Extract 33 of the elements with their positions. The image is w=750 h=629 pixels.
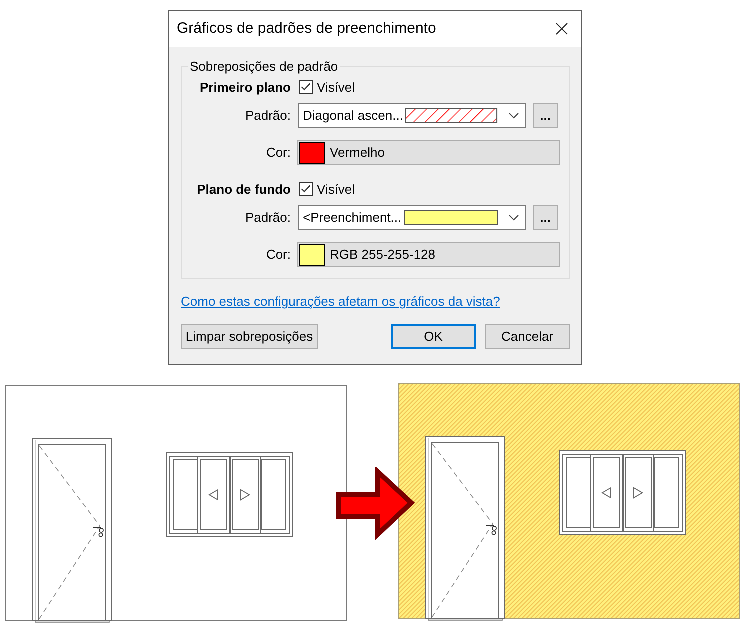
dialog-title: Gráficos de padrões de preenchimento [176, 20, 438, 38]
hatch-swatch-icon [405, 108, 498, 123]
clear-overrides-button[interactable]: Limpar sobreposições [181, 324, 318, 349]
chevron-down-icon [509, 112, 519, 118]
checkbox-label[interactable]: Visível [317, 80, 356, 94]
checkbox-label[interactable]: Visível [317, 182, 356, 196]
color-swatch-icon [404, 210, 498, 225]
triangle-icon [634, 487, 644, 499]
field-label: Padrão: [245, 108, 291, 123]
field-label: Cor: [266, 145, 291, 160]
group-title: Sobreposições de padrão [188, 59, 340, 74]
pattern-dropdown[interactable]: <Preenchiment... [298, 205, 526, 230]
ok-button[interactable]: OK [391, 324, 476, 349]
cancel-button[interactable]: Cancelar [485, 324, 570, 349]
section-heading: Plano de fundo [197, 182, 291, 196]
triangle-icon [240, 489, 250, 501]
triangle-icon [208, 489, 218, 501]
help-link[interactable]: Como estas configurações afetam os gráficos da vista? [181, 294, 500, 309]
color-field[interactable]: Vermelho [297, 140, 560, 165]
chevron-down-icon [509, 214, 519, 220]
field-label: Padrão: [245, 210, 291, 225]
triangle-icon [602, 487, 612, 499]
close-icon[interactable] [556, 23, 568, 35]
section-heading: Primeiro plano [200, 80, 291, 94]
field-label: Cor: [266, 247, 291, 262]
check-icon [301, 185, 311, 193]
browse-button[interactable]: ... [533, 103, 558, 128]
pattern-dropdown[interactable]: Diagonal ascen... [298, 103, 526, 128]
color-field[interactable]: RGB 255-255-128 [297, 242, 560, 267]
check-icon [301, 83, 311, 91]
checkbox[interactable] [299, 182, 313, 196]
browse-button[interactable]: ... [533, 205, 558, 230]
checkbox[interactable] [299, 80, 313, 94]
